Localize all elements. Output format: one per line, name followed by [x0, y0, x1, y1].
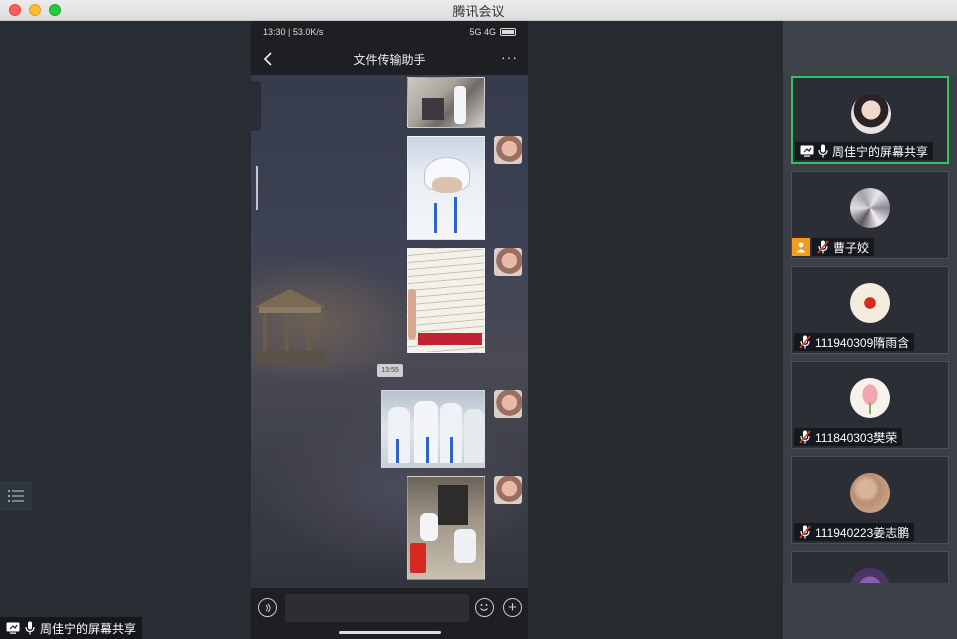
- microphone-muted-icon: [817, 240, 829, 254]
- window-controls: [9, 4, 61, 16]
- scroll-indicator[interactable]: [256, 166, 258, 210]
- presenter-name: 周佳宁的屏幕共享: [40, 621, 137, 636]
- microphone-muted-icon: [799, 335, 811, 349]
- plus-icon[interactable]: +: [503, 598, 522, 617]
- microphone-icon: [818, 144, 828, 158]
- participant-name: 111940223姜志鹏: [815, 525, 910, 540]
- chat-title: 文件传输助手: [353, 52, 426, 67]
- chat-image-message[interactable]: [407, 136, 485, 240]
- sender-avatar[interactable]: [494, 476, 522, 504]
- window-close-button[interactable]: [9, 4, 21, 16]
- chat-header: 文件传输助手 ···: [251, 43, 528, 75]
- participant-label: 111840303樊荣: [794, 428, 903, 446]
- participant-tile[interactable]: 111840303樊荣: [791, 361, 949, 449]
- battery-icon: [500, 28, 516, 36]
- microphone-muted-icon: [799, 430, 811, 444]
- avatar: [851, 94, 891, 134]
- chat-image-message[interactable]: [407, 77, 485, 128]
- participant-name: 111940309隋雨含: [815, 335, 910, 350]
- sender-avatar[interactable]: [494, 390, 522, 418]
- more-button[interactable]: ···: [501, 49, 518, 65]
- phone-status-bar: 13:30 | 53.0K/s 5G 4G: [251, 21, 528, 43]
- message-input[interactable]: [285, 594, 469, 622]
- avatar: [850, 188, 890, 228]
- voice-icon[interactable]: [258, 598, 277, 617]
- window-titlebar: 腾讯会议: [0, 0, 957, 21]
- participant-name: 周佳宁的屏幕共享: [832, 144, 929, 159]
- presenter-label: 周佳宁的屏幕共享: [0, 617, 143, 639]
- chevron-left-icon[interactable]: [259, 49, 279, 69]
- participants-panel: 周佳宁的屏幕共享 曹子姣 111940309隋雨含 111840303樊荣 11…: [783, 21, 957, 639]
- chat-image-message[interactable]: [407, 248, 485, 353]
- participant-tile[interactable]: 111940223姜志鹏: [791, 456, 949, 544]
- participant-name: 曹子姣: [833, 240, 870, 255]
- chat-image-message[interactable]: [407, 476, 485, 580]
- participant-tile[interactable]: 111940309隋雨含: [791, 266, 949, 354]
- emoji-icon[interactable]: [475, 598, 494, 617]
- home-indicator[interactable]: [339, 631, 441, 634]
- participant-label: 111940309隋雨含: [794, 333, 915, 351]
- edge-handle[interactable]: [251, 81, 261, 131]
- sender-avatar[interactable]: [494, 136, 522, 164]
- avatar: [850, 378, 890, 418]
- window-maximize-button[interactable]: [49, 4, 61, 16]
- chat-image-message[interactable]: [381, 390, 485, 468]
- microphone-icon: [25, 621, 35, 635]
- shared-phone-screen: 13:30 | 53.0K/s 5G 4G 文件传输助手 ··· 13:55 +: [251, 21, 528, 639]
- participant-label: 曹子姣: [812, 238, 875, 256]
- chat-input-bar: +: [251, 588, 528, 639]
- participant-tile[interactable]: [791, 551, 949, 583]
- screen-share-icon: [800, 145, 814, 157]
- avatar: [850, 283, 890, 323]
- status-time: 13:30 | 53.0K/s: [263, 27, 324, 37]
- participant-label: 111940223姜志鹏: [794, 523, 915, 541]
- list-icon: [8, 490, 24, 502]
- network-label: 5G 4G: [469, 27, 496, 37]
- microphone-muted-icon: [799, 525, 811, 539]
- avatar: [850, 473, 890, 513]
- screen-share-icon: [6, 622, 20, 634]
- message-timestamp: 13:55: [377, 364, 403, 377]
- participant-label: 周佳宁的屏幕共享: [795, 142, 934, 160]
- window-title: 腾讯会议: [452, 3, 505, 19]
- sender-avatar[interactable]: [494, 248, 522, 276]
- avatar: [850, 568, 890, 583]
- participant-list-toggle[interactable]: [0, 481, 32, 511]
- pavilion-wallpaper-image: [255, 289, 325, 365]
- participant-name: 111840303樊荣: [815, 430, 898, 445]
- participant-tile[interactable]: 曹子姣: [791, 171, 949, 259]
- window-minimize-button[interactable]: [29, 4, 41, 16]
- person-badge-icon: [792, 238, 810, 256]
- participant-tile[interactable]: 周佳宁的屏幕共享: [791, 76, 949, 164]
